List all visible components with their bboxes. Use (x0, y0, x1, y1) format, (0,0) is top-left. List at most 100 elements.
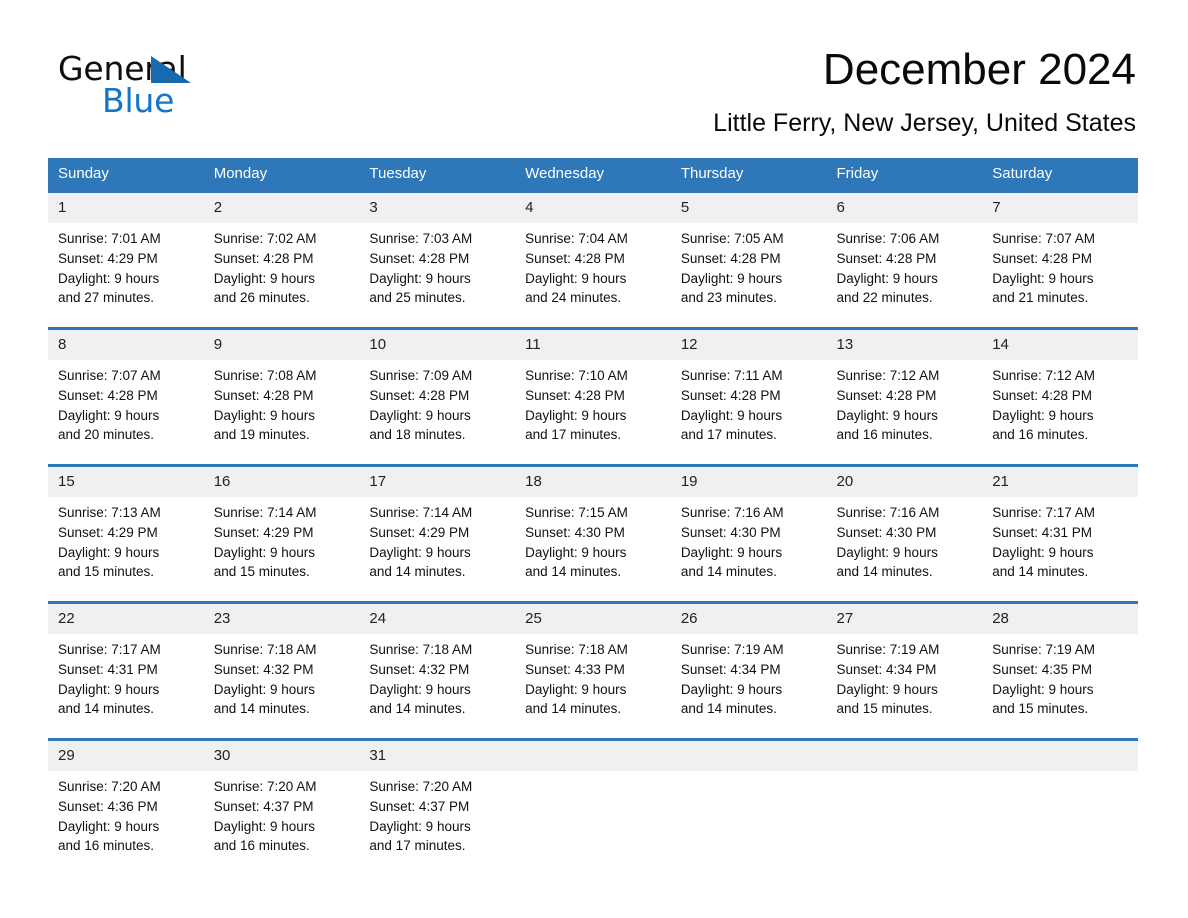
day-cell[interactable]: 11 Sunrise: 7:10 AM Sunset: 4:28 PM Dayl… (515, 327, 671, 450)
day-details: Sunrise: 7:14 AM Sunset: 4:29 PM Dayligh… (204, 497, 360, 582)
day-number: 29 (48, 741, 204, 771)
day-number (982, 741, 1138, 771)
calendar-week-row: 1 Sunrise: 7:01 AM Sunset: 4:29 PM Dayli… (48, 190, 1138, 313)
sunrise-text: Sunrise: 7:17 AM (58, 642, 161, 657)
daylight-text-line1: Daylight: 9 hours (369, 544, 471, 560)
day-cell[interactable]: 16 Sunrise: 7:14 AM Sunset: 4:29 PM Dayl… (203, 464, 360, 587)
day-cell[interactable]: 5 Sunrise: 7:05 AM Sunset: 4:28 PM Dayli… (670, 190, 827, 313)
sunset-text: Sunset: 4:28 PM (680, 250, 781, 266)
sunset-text: Sunset: 4:37 PM (213, 798, 314, 814)
day-details: Sunrise: 7:13 AM Sunset: 4:29 PM Dayligh… (48, 497, 204, 582)
calendar-header-row: Sunday Monday Tuesday Wednesday Thursday… (48, 158, 1138, 192)
day-cell[interactable]: 17 Sunrise: 7:14 AM Sunset: 4:29 PM Dayl… (359, 464, 516, 587)
daylight-text-line2: and 20 minutes. (58, 427, 155, 443)
day-number: 30 (203, 741, 360, 771)
sunset-text: Sunset: 4:28 PM (525, 250, 625, 266)
day-details: Sunrise: 7:09 AM Sunset: 4:28 PM Dayligh… (359, 360, 515, 445)
day-cell[interactable]: 28 Sunrise: 7:19 AM Sunset: 4:35 PM Dayl… (982, 601, 1138, 724)
day-number (826, 741, 983, 771)
day-cell[interactable]: 13 Sunrise: 7:12 AM Sunset: 4:28 PM Dayl… (826, 327, 983, 450)
day-cell[interactable]: 9 Sunrise: 7:08 AM Sunset: 4:28 PM Dayli… (203, 327, 360, 450)
day-number: 4 (515, 193, 671, 223)
day-number: 12 (670, 330, 827, 360)
sunset-text: Sunset: 4:28 PM (836, 387, 937, 403)
day-cell[interactable]: 22 Sunrise: 7:17 AM Sunset: 4:31 PM Dayl… (48, 601, 204, 724)
weekday-header-tuesday: Tuesday (359, 158, 516, 192)
sunset-text: Sunset: 4:28 PM (836, 250, 937, 266)
day-cell[interactable]: 14 Sunrise: 7:12 AM Sunset: 4:28 PM Dayl… (982, 327, 1138, 450)
sunset-text: Sunset: 4:28 PM (369, 250, 470, 266)
day-cell[interactable]: 21 Sunrise: 7:17 AM Sunset: 4:31 PM Dayl… (982, 464, 1138, 587)
sunrise-text: Sunrise: 7:04 AM (525, 231, 628, 246)
day-details: Sunrise: 7:19 AM Sunset: 4:34 PM Dayligh… (671, 634, 827, 719)
daylight-text-line2: and 14 minutes. (369, 564, 466, 580)
sunset-text: Sunset: 4:28 PM (58, 387, 158, 403)
sunrise-text: Sunrise: 7:20 AM (369, 779, 473, 794)
day-cell-empty (982, 738, 1138, 861)
day-cell[interactable]: 29 Sunrise: 7:20 AM Sunset: 4:36 PM Dayl… (48, 738, 204, 861)
day-cell[interactable]: 2 Sunrise: 7:02 AM Sunset: 4:28 PM Dayli… (203, 190, 360, 313)
day-number: 1 (48, 193, 204, 223)
sunset-text: Sunset: 4:31 PM (992, 524, 1093, 540)
daylight-text-line1: Daylight: 9 hours (525, 407, 627, 423)
daylight-text-line2: and 15 minutes. (213, 564, 310, 580)
day-number: 21 (982, 467, 1138, 497)
day-cell[interactable]: 31 Sunrise: 7:20 AM Sunset: 4:37 PM Dayl… (359, 738, 516, 861)
general-blue-logo[interactable]: General Blue (58, 52, 318, 122)
daylight-text-line1: Daylight: 9 hours (992, 407, 1094, 423)
sunset-text: Sunset: 4:30 PM (680, 524, 781, 540)
daylight-text-line1: Daylight: 9 hours (58, 407, 160, 423)
blue-triangle-icon (151, 56, 191, 83)
sunset-text: Sunset: 4:34 PM (680, 661, 781, 677)
day-cell[interactable]: 3 Sunrise: 7:03 AM Sunset: 4:28 PM Dayli… (359, 190, 516, 313)
sunset-text: Sunset: 4:28 PM (525, 387, 625, 403)
sunset-text: Sunset: 4:34 PM (836, 661, 937, 677)
sunrise-text: Sunrise: 7:17 AM (992, 505, 1096, 520)
day-cell[interactable]: 27 Sunrise: 7:19 AM Sunset: 4:34 PM Dayl… (826, 601, 983, 724)
day-cell[interactable]: 8 Sunrise: 7:07 AM Sunset: 4:28 PM Dayli… (48, 327, 204, 450)
day-cell[interactable]: 18 Sunrise: 7:15 AM Sunset: 4:30 PM Dayl… (515, 464, 671, 587)
sunrise-sunset-calendar: Sunday Monday Tuesday Wednesday Thursday… (48, 158, 1138, 861)
day-number: 9 (203, 330, 360, 360)
daylight-text-line1: Daylight: 9 hours (680, 407, 783, 423)
daylight-text-line1: Daylight: 9 hours (525, 544, 627, 560)
sunrise-text: Sunrise: 7:19 AM (680, 642, 784, 657)
day-cell[interactable]: 24 Sunrise: 7:18 AM Sunset: 4:32 PM Dayl… (359, 601, 516, 724)
sunset-text: Sunset: 4:37 PM (369, 798, 470, 814)
day-cell[interactable]: 12 Sunrise: 7:11 AM Sunset: 4:28 PM Dayl… (670, 327, 827, 450)
day-number: 18 (515, 467, 671, 497)
daylight-text-line2: and 15 minutes. (58, 564, 155, 580)
day-number: 5 (670, 193, 827, 223)
week-gap (48, 587, 1138, 603)
day-details: Sunrise: 7:05 AM Sunset: 4:28 PM Dayligh… (671, 223, 827, 308)
day-details: Sunrise: 7:20 AM Sunset: 4:37 PM Dayligh… (359, 771, 515, 856)
day-cell[interactable]: 7 Sunrise: 7:07 AM Sunset: 4:28 PM Dayli… (982, 190, 1138, 313)
day-details: Sunrise: 7:17 AM Sunset: 4:31 PM Dayligh… (982, 497, 1138, 582)
day-cell[interactable]: 1 Sunrise: 7:01 AM Sunset: 4:29 PM Dayli… (48, 190, 204, 313)
day-number: 16 (203, 467, 360, 497)
daylight-text-line1: Daylight: 9 hours (369, 681, 471, 697)
day-cell[interactable]: 20 Sunrise: 7:16 AM Sunset: 4:30 PM Dayl… (826, 464, 983, 587)
weekday-header-sunday: Sunday (48, 158, 204, 192)
sunset-text: Sunset: 4:32 PM (213, 661, 314, 677)
week-gap (48, 450, 1138, 466)
day-cell[interactable]: 4 Sunrise: 7:04 AM Sunset: 4:28 PM Dayli… (515, 190, 671, 313)
daylight-text-line2: and 21 minutes. (992, 290, 1089, 306)
day-cell[interactable]: 23 Sunrise: 7:18 AM Sunset: 4:32 PM Dayl… (203, 601, 360, 724)
day-number: 23 (203, 604, 360, 634)
sunrise-text: Sunrise: 7:02 AM (213, 231, 317, 246)
day-number: 19 (670, 467, 827, 497)
day-details: Sunrise: 7:02 AM Sunset: 4:28 PM Dayligh… (204, 223, 360, 308)
day-details: Sunrise: 7:14 AM Sunset: 4:29 PM Dayligh… (359, 497, 515, 582)
day-details: Sunrise: 7:16 AM Sunset: 4:30 PM Dayligh… (671, 497, 827, 582)
day-cell[interactable]: 26 Sunrise: 7:19 AM Sunset: 4:34 PM Dayl… (670, 601, 827, 724)
day-cell[interactable]: 10 Sunrise: 7:09 AM Sunset: 4:28 PM Dayl… (359, 327, 516, 450)
sunset-text: Sunset: 4:29 PM (369, 524, 470, 540)
day-cell[interactable]: 15 Sunrise: 7:13 AM Sunset: 4:29 PM Dayl… (48, 464, 204, 587)
sunrise-text: Sunrise: 7:12 AM (992, 368, 1096, 383)
day-cell[interactable]: 25 Sunrise: 7:18 AM Sunset: 4:33 PM Dayl… (515, 601, 671, 724)
day-cell[interactable]: 19 Sunrise: 7:16 AM Sunset: 4:30 PM Dayl… (670, 464, 827, 587)
day-cell[interactable]: 6 Sunrise: 7:06 AM Sunset: 4:28 PM Dayli… (826, 190, 983, 313)
day-cell[interactable]: 30 Sunrise: 7:20 AM Sunset: 4:37 PM Dayl… (203, 738, 360, 861)
sunset-text: Sunset: 4:31 PM (58, 661, 158, 677)
